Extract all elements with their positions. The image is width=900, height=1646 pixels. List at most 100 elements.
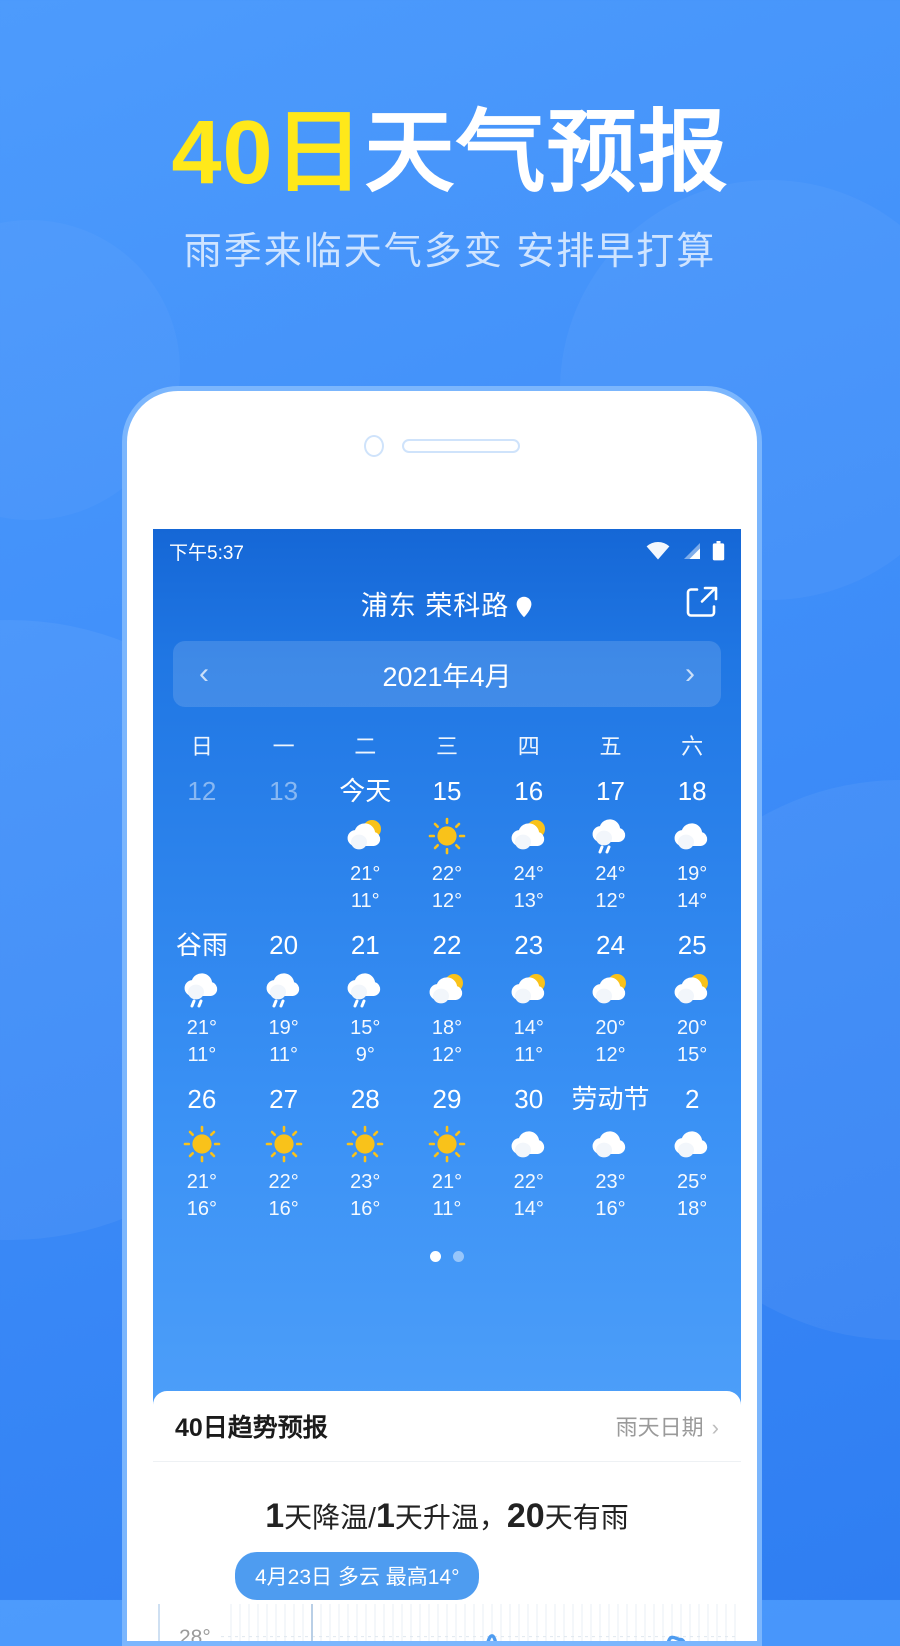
calendar-day-cell[interactable]: 谷雨 21° 11° — [161, 930, 243, 1069]
day-weather-icon — [570, 1121, 652, 1167]
day-weather-icon — [570, 967, 652, 1013]
partly-cloudy-weather-icon — [511, 819, 545, 850]
calendar-day-cell[interactable]: 21 15° 9° — [324, 929, 406, 1069]
calendar-day-cell[interactable]: 17 24° 12° — [570, 776, 652, 915]
share-button[interactable] — [685, 585, 719, 624]
weekday-2: 二 — [354, 734, 377, 759]
hero-title: 40日天气预报 — [0, 108, 900, 198]
calendar-day-cell[interactable]: 26 21° 16° — [161, 1084, 243, 1223]
day-weather-icon — [570, 813, 652, 859]
day-weather-icon — [651, 813, 733, 859]
day-low-temp: 12° — [595, 889, 626, 912]
day-high-temp: 21° — [431, 1170, 463, 1193]
calendar-day-cell[interactable]: 2 25° 18° — [651, 1083, 733, 1223]
calendar-pager[interactable] — [153, 1250, 741, 1262]
app-header: 浦东 荣科路 — [153, 573, 741, 635]
day-high-temp: 21° — [186, 1170, 217, 1193]
calendar-day-cell[interactable]: 16 24° 13° — [488, 776, 570, 915]
day-number: 2 — [684, 1083, 700, 1114]
day-low-temp: 14° — [513, 1197, 544, 1220]
calendar-day-cell[interactable]: 27 22° 16° — [243, 1083, 325, 1223]
calendar-day-cell[interactable]: 18 19° 14° — [651, 776, 733, 915]
day-weather-icon — [161, 967, 243, 1013]
calendar-day-cell[interactable]: 20 19° 11° — [243, 930, 325, 1069]
weekday-4: 四 — [517, 734, 540, 759]
trend-card-title: 40日趋势预报 — [175, 1414, 328, 1442]
day-high-temp: 15° — [350, 1016, 381, 1039]
calendar-day-cell[interactable]: 劳动节 23° 16° — [570, 1083, 652, 1223]
trend-chart[interactable]: 4月23日 多云 最高14° 28° 21° — [153, 1552, 741, 1641]
day-weather-icon — [243, 967, 325, 1013]
front-camera-icon — [364, 435, 384, 457]
chevron-right-icon: › — [711, 1415, 719, 1440]
cool-days-label: 天降温/ — [284, 1502, 376, 1533]
cloudy-weather-icon — [593, 1131, 626, 1158]
calendar-day-cell[interactable]: 29 21° 11° — [406, 1083, 488, 1223]
signal-icon — [684, 543, 700, 559]
phone-earpiece-area — [127, 391, 757, 501]
day-weather-icon — [406, 967, 488, 1013]
day-high-temp: 18° — [431, 1016, 463, 1039]
calendar-row: 12 13 今天 21° 11° 15 22° 12° 16 24° 13° 17 24° 12° 18 19… — [161, 776, 733, 915]
day-low-temp: 12° — [431, 889, 463, 912]
rain-weather-icon — [347, 973, 381, 1008]
phone-mockup: 下午5:37 浦东 荣科路 ‹ 2021年4月 › 日 一 二 三 四 五 六 … — [122, 386, 762, 1646]
day-high-temp: 23° — [595, 1170, 626, 1193]
location-name: 浦东 荣科路 — [360, 590, 510, 621]
sunny-weather-icon — [183, 1125, 221, 1162]
calendar-day-cell[interactable]: 今天 21° 11° — [324, 776, 406, 915]
month-selector[interactable]: ‹ 2021年4月 › — [173, 641, 721, 707]
day-number: 27 — [269, 1083, 299, 1114]
hero-banner: 40日天气预报 雨季来临天气多变 安排早打算 — [0, 108, 900, 275]
day-number: 17 — [595, 776, 625, 806]
day-number: 25 — [677, 929, 707, 960]
rain-weather-icon — [266, 973, 299, 1008]
day-low-temp: 11° — [187, 1043, 217, 1066]
partly-cloudy-weather-icon — [593, 973, 627, 1004]
warm-days-count: 1 — [375, 1497, 395, 1535]
prev-month-button[interactable]: ‹ — [199, 659, 209, 689]
calendar-day-cell[interactable]: 30 22° 14° — [488, 1084, 570, 1223]
calendar-day-cell[interactable]: 24 20° 12° — [570, 929, 652, 1069]
day-number: 劳动节 — [571, 1083, 650, 1114]
battery-icon — [712, 541, 725, 561]
calendar-day-cell[interactable]: 23 14° 11° — [488, 930, 570, 1069]
day-weather-icon — [406, 1121, 488, 1167]
next-month-button[interactable]: › — [685, 659, 695, 689]
pager-dot-1[interactable] — [453, 1250, 464, 1262]
earpiece-speaker-icon — [402, 439, 520, 453]
partly-cloudy-weather-icon — [511, 973, 545, 1004]
hero-title-accent: 40日 — [171, 103, 365, 203]
cloudy-weather-icon — [674, 1131, 708, 1158]
calendar-day-cell[interactable]: 22 18° 12° — [406, 930, 488, 1069]
pager-dot-0[interactable] — [430, 1250, 441, 1262]
rainy-days-link[interactable]: 雨天日期 › — [616, 1410, 719, 1442]
chart-tooltip: 4月23日 多云 最高14° — [235, 1552, 480, 1600]
cloudy-weather-icon — [674, 823, 708, 850]
phone-screen: 下午5:37 浦东 荣科路 ‹ 2021年4月 › 日 一 二 三 四 五 六 … — [153, 529, 741, 1641]
location-label[interactable]: 浦东 荣科路 — [361, 584, 534, 625]
day-high-temp: 21° — [186, 1016, 217, 1039]
calendar-day-cell[interactable]: 15 22° 12° — [406, 776, 488, 915]
rain-weather-icon — [593, 819, 626, 854]
day-number: 29 — [432, 1083, 462, 1114]
sunny-weather-icon — [428, 817, 466, 855]
day-weather-icon — [488, 1121, 570, 1167]
day-number: 21 — [350, 929, 380, 960]
calendar-day-cell[interactable]: 28 23° 16° — [324, 1084, 406, 1223]
day-low-temp: 15° — [677, 1043, 708, 1066]
day-low-temp: 18° — [677, 1197, 708, 1220]
day-high-temp: 19° — [677, 862, 708, 885]
day-low-temp: 11° — [514, 1043, 544, 1066]
sunny-weather-icon — [428, 1125, 466, 1162]
trend-summary: 1天降温/1天升温，20天有雨 — [153, 1496, 741, 1536]
weekday-1: 一 — [272, 734, 295, 759]
day-number: 24 — [595, 929, 625, 960]
status-time: 下午5:37 — [169, 542, 244, 564]
cloudy-weather-icon — [511, 1131, 544, 1158]
day-low-temp: 11° — [432, 1197, 462, 1220]
day-weather-icon — [161, 1121, 243, 1167]
calendar-day-cell[interactable]: 25 20° 15° — [651, 929, 733, 1069]
day-number: 12 — [187, 776, 217, 806]
location-pin-icon — [515, 594, 533, 625]
